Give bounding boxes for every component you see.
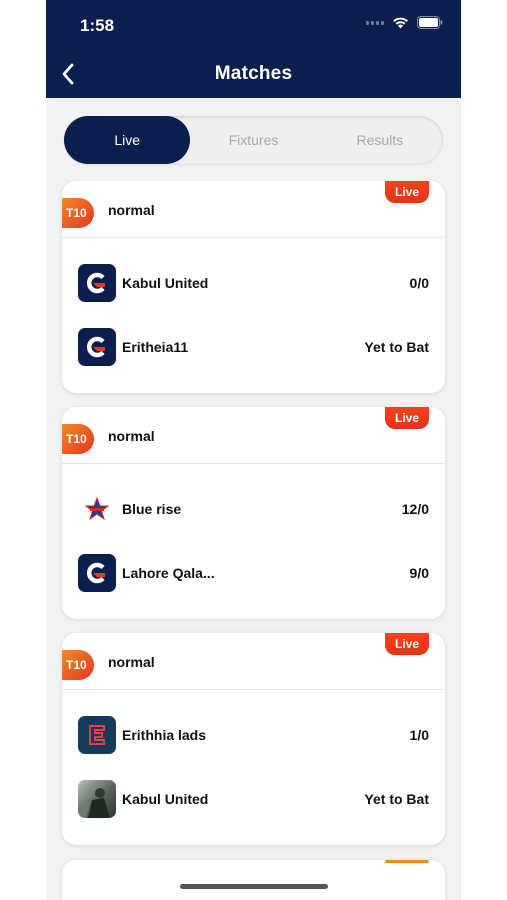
phone-screen: 1:58 Matches Live Fixtures Results T10 n…: [46, 0, 461, 900]
team-row: Eritheia11 Yet to Bat: [62, 328, 445, 368]
live-badge-peek: [385, 860, 429, 863]
match-card-partial[interactable]: [62, 860, 445, 900]
e-logo-icon: [89, 725, 105, 745]
format-badge: T10: [62, 198, 94, 228]
team-row: Erithhia lads 1/0: [62, 716, 445, 756]
format-badge: T10: [62, 650, 94, 680]
match-card[interactable]: T10 normal Live Kabul United 0/0 Erithei…: [62, 181, 445, 393]
team-score: 0/0: [409, 275, 429, 291]
team-name: Blue rise: [122, 501, 182, 517]
team-name: Kabul United: [122, 791, 209, 807]
team-score: Yet to Bat: [364, 339, 429, 355]
tab-live[interactable]: Live: [64, 116, 191, 164]
team-name: Eritheia11: [122, 339, 189, 355]
team-score: 9/0: [409, 565, 429, 581]
match-card-header: T10 normal Live: [62, 407, 445, 464]
team-row: Blue rise 12/0: [62, 490, 445, 530]
match-tabs: Live Fixtures Results: [64, 116, 443, 164]
team-logo: [78, 328, 116, 366]
team-row: Kabul United Yet to Bat: [62, 780, 445, 820]
team-logo-photo: [78, 780, 116, 818]
match-card-header: T10 normal Live: [62, 633, 445, 690]
home-indicator[interactable]: [180, 884, 328, 889]
match-type: normal: [108, 654, 155, 670]
signal-icon: [366, 20, 384, 25]
match-type: normal: [108, 202, 155, 218]
live-badge: Live: [385, 181, 429, 203]
match-type: normal: [108, 428, 155, 444]
live-badge: Live: [385, 407, 429, 429]
c-logo-icon: [87, 272, 105, 294]
team-name: Lahore Qala...: [122, 565, 215, 581]
live-badge: Live: [385, 633, 429, 655]
format-badge: T10: [62, 424, 94, 454]
page-title: Matches: [214, 63, 293, 84]
team-logo: [78, 716, 116, 754]
team-score: 1/0: [409, 727, 429, 743]
status-icons: [366, 16, 443, 29]
team-name: Kabul United: [122, 275, 209, 291]
status-time: 1:58: [80, 16, 115, 35]
tab-results[interactable]: Results: [317, 116, 443, 164]
match-card[interactable]: T10 normal Live Erithhia lads 1/0 Kabul …: [62, 633, 445, 845]
team-row: Lahore Qala... 9/0: [62, 554, 445, 594]
team-logo: [78, 264, 116, 302]
star-logo-icon: [84, 496, 110, 521]
team-name: Erithhia lads: [122, 727, 207, 743]
match-card[interactable]: T10 normal Live Blue rise 12/0 Lahore Qa…: [62, 407, 445, 619]
app-header: 1:58 Matches: [46, 0, 461, 98]
match-card-header: T10 normal Live: [62, 181, 445, 238]
battery-icon: [417, 16, 443, 29]
team-score: Yet to Bat: [364, 791, 429, 807]
photo-icon: [78, 788, 110, 818]
wifi-icon: [392, 16, 409, 29]
c-logo-icon: [87, 562, 105, 584]
tab-fixtures[interactable]: Fixtures: [190, 116, 316, 164]
team-score: 12/0: [401, 501, 429, 517]
team-logo: [78, 490, 116, 528]
team-row: Kabul United 0/0: [62, 264, 445, 304]
c-logo-icon: [87, 336, 105, 358]
team-logo: [78, 554, 116, 592]
